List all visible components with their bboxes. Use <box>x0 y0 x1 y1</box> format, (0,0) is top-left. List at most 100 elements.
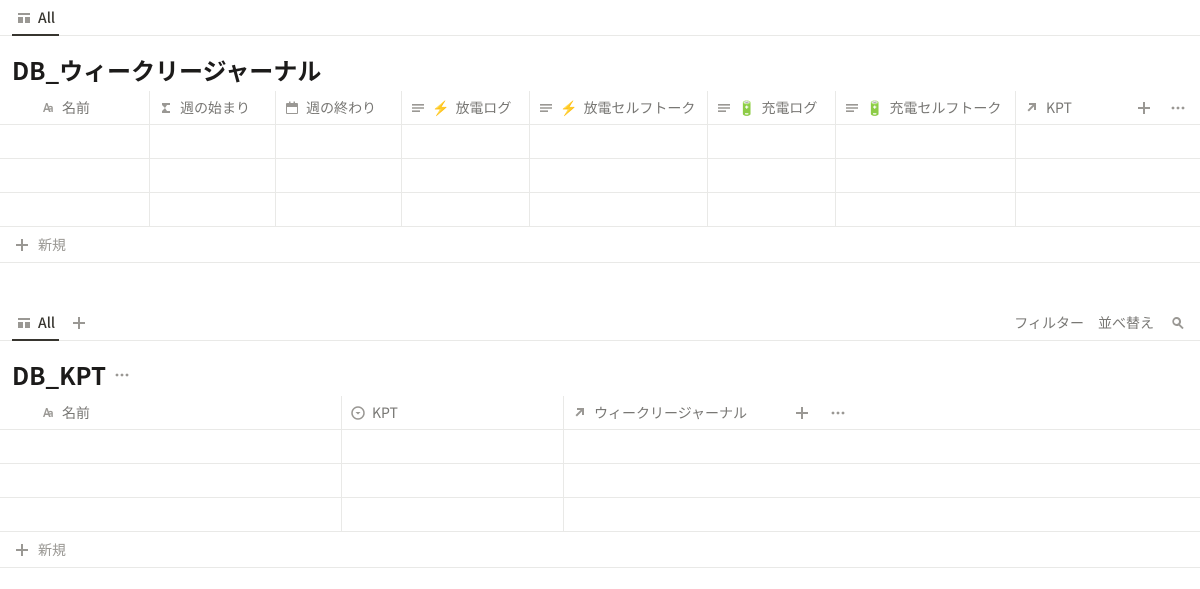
relation-icon <box>1024 100 1040 116</box>
columns-header: 名前 週の始まり 週の終わり ⚡ 放電ログ ⚡ 放電セルフトーク 🔋 充電ログ … <box>0 91 1200 125</box>
search-button[interactable] <box>1168 313 1188 333</box>
cell[interactable] <box>276 125 402 158</box>
cell[interactable] <box>150 159 276 192</box>
select-icon <box>350 405 366 421</box>
add-column-button[interactable] <box>792 403 812 423</box>
cell[interactable] <box>32 159 150 192</box>
cell[interactable] <box>150 125 276 158</box>
column-weekly-journal[interactable]: ウィークリージャーナル <box>564 396 780 429</box>
column-label: 名前 <box>62 98 90 118</box>
cell[interactable] <box>276 159 402 192</box>
column-kpt[interactable]: KPT <box>342 396 564 429</box>
column-label: 充電ログ <box>761 98 817 118</box>
text-icon <box>716 100 732 116</box>
column-week-start[interactable]: 週の始まり <box>150 91 276 124</box>
cell[interactable] <box>32 193 150 226</box>
column-charge-log[interactable]: 🔋 充電ログ <box>708 91 836 124</box>
cell[interactable] <box>32 464 342 497</box>
cell[interactable] <box>836 125 1016 158</box>
add-column-button[interactable] <box>1134 98 1154 118</box>
column-name[interactable]: 名前 <box>32 396 342 429</box>
new-row-button[interactable]: 新規 <box>0 227 1200 263</box>
add-view-button[interactable] <box>67 311 91 335</box>
sort-button[interactable]: 並べ替え <box>1098 313 1154 333</box>
cell[interactable] <box>32 430 342 463</box>
cell[interactable] <box>342 464 564 497</box>
db-menu-button[interactable] <box>114 367 130 383</box>
column-label: 放電ログ <box>455 98 511 118</box>
table-row[interactable] <box>0 193 1200 227</box>
relation-icon <box>572 405 588 421</box>
tab-label: All <box>38 313 55 333</box>
cell[interactable] <box>708 159 836 192</box>
dots-icon <box>830 405 846 421</box>
column-week-end[interactable]: 週の終わり <box>276 91 402 124</box>
column-menu-button[interactable] <box>1168 98 1188 118</box>
battery-icon: 🔋 <box>738 101 755 115</box>
tab-all[interactable]: All <box>12 305 59 340</box>
column-label: 名前 <box>62 403 90 423</box>
columns-header: 名前 KPT ウィークリージャーナル <box>0 396 1200 430</box>
column-name[interactable]: 名前 <box>32 91 150 124</box>
text-icon <box>538 100 554 116</box>
plus-icon <box>1136 100 1152 116</box>
cell[interactable] <box>150 193 276 226</box>
db-title[interactable]: DB_KPT <box>12 359 106 390</box>
table-body <box>0 430 1200 532</box>
cell[interactable] <box>530 125 708 158</box>
filter-button[interactable]: フィルター <box>1014 313 1084 333</box>
column-label: 充電セルフトーク <box>889 98 1001 118</box>
table-icon <box>16 10 32 26</box>
db-title[interactable]: DB_ウィークリージャーナル <box>12 54 321 85</box>
new-row-button[interactable]: 新規 <box>0 532 1200 568</box>
cell[interactable] <box>402 159 530 192</box>
plus-icon <box>71 315 87 331</box>
tab-all[interactable]: All <box>12 0 59 35</box>
title-icon <box>40 405 56 421</box>
column-menu-button[interactable] <box>828 403 848 423</box>
table-row[interactable] <box>0 159 1200 193</box>
column-charge-selftalk[interactable]: 🔋 充電セルフトーク <box>836 91 1016 124</box>
column-discharge-selftalk[interactable]: ⚡ 放電セルフトーク <box>530 91 708 124</box>
db-kpt: All フィルター 並べ替え DB_KPT 名前 KPT ウィークリージャーナル <box>0 305 1200 568</box>
table-row[interactable] <box>0 430 1200 464</box>
cell[interactable] <box>402 193 530 226</box>
battery-icon: 🔋 <box>866 101 883 115</box>
cell[interactable] <box>32 125 150 158</box>
cell[interactable] <box>342 498 564 531</box>
column-kpt[interactable]: KPT <box>1016 91 1099 124</box>
cell[interactable] <box>530 159 708 192</box>
text-icon <box>844 100 860 116</box>
table-icon <box>16 315 32 331</box>
cell[interactable] <box>836 159 1016 192</box>
title-icon <box>40 100 56 116</box>
search-icon <box>1170 315 1186 331</box>
table-row[interactable] <box>0 464 1200 498</box>
cell[interactable] <box>342 430 564 463</box>
cell[interactable] <box>402 125 530 158</box>
cell[interactable] <box>836 193 1016 226</box>
column-discharge-log[interactable]: ⚡ 放電ログ <box>402 91 530 124</box>
views-tabs: All フィルター 並べ替え <box>0 305 1200 341</box>
dots-icon <box>114 367 130 383</box>
cell[interactable] <box>564 498 780 531</box>
dots-icon <box>1170 100 1186 116</box>
column-label: 週の終わり <box>306 98 376 118</box>
cell[interactable] <box>1016 193 1099 226</box>
cell[interactable] <box>530 193 708 226</box>
cell[interactable] <box>708 125 836 158</box>
table-row[interactable] <box>0 498 1200 532</box>
plus-icon <box>14 237 30 253</box>
cell[interactable] <box>32 498 342 531</box>
cell[interactable] <box>1016 125 1099 158</box>
table-row[interactable] <box>0 125 1200 159</box>
views-tabs: All <box>0 0 1200 36</box>
cell[interactable] <box>564 430 780 463</box>
cell[interactable] <box>708 193 836 226</box>
tab-label: All <box>38 8 55 28</box>
column-label: KPT <box>1046 98 1072 118</box>
column-label: ウィークリージャーナル <box>594 403 747 423</box>
cell[interactable] <box>276 193 402 226</box>
cell[interactable] <box>564 464 780 497</box>
cell[interactable] <box>1016 159 1099 192</box>
